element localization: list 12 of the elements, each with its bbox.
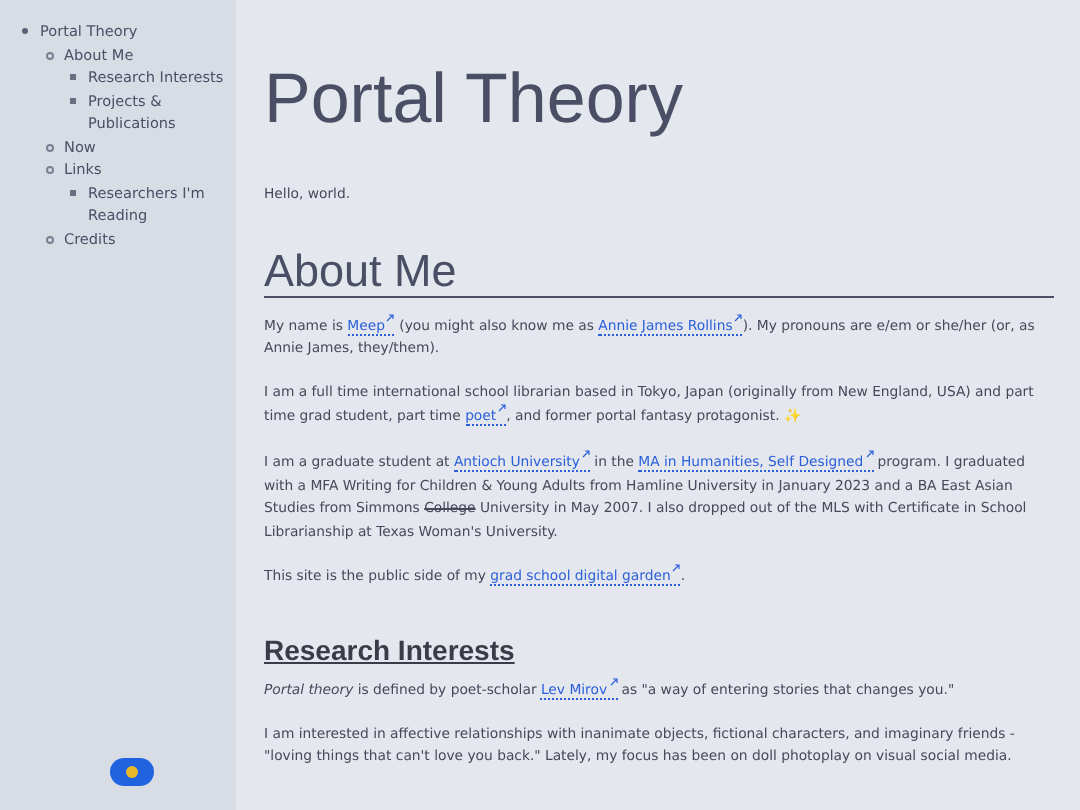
external-link-icon [498, 404, 507, 413]
external-link-icon [672, 564, 681, 573]
external-link-icon [609, 677, 618, 686]
page-title: Portal Theory [264, 60, 685, 140]
external-link-icon [865, 449, 874, 458]
section-heading: About Me [264, 247, 1054, 298]
theme-toggle[interactable] [110, 758, 154, 786]
section-heading: Research Interests [264, 633, 515, 668]
external-link-icon [734, 313, 743, 322]
external-link-icon [581, 449, 590, 458]
external-link-icon [386, 313, 395, 322]
sun-icon [126, 766, 138, 778]
